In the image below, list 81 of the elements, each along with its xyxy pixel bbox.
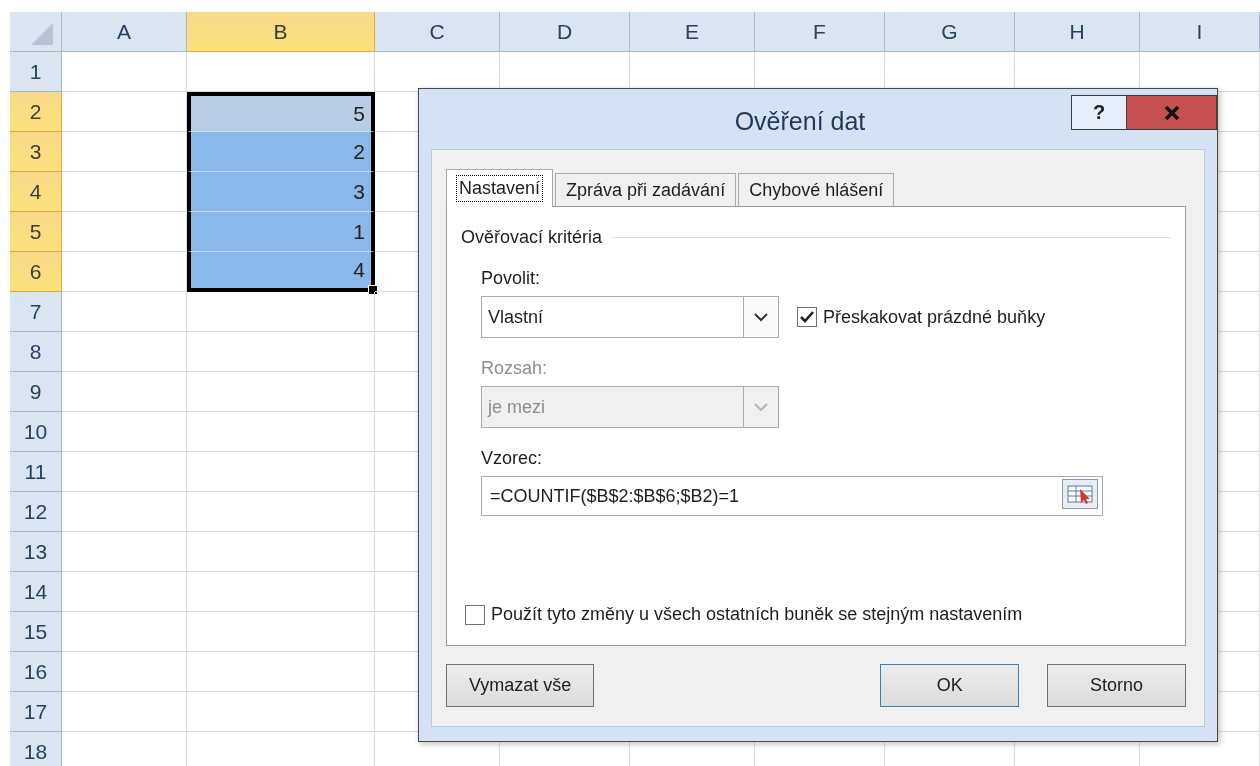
selected-cell: 2 <box>187 132 375 172</box>
column-header[interactable]: A <box>62 12 187 52</box>
field-label: Povolit: <box>481 268 542 290</box>
checkbox-label[interactable]: Přeskakovat prázdné buňky <box>823 306 1046 328</box>
column-header[interactable]: D <box>500 12 630 52</box>
selected-cell: 3 <box>187 172 375 212</box>
dialog-button[interactable]: OK <box>880 664 1020 707</box>
column-header[interactable]: G <box>885 12 1015 52</box>
field-label: Vzorec: <box>481 448 544 470</box>
close-icon <box>1163 105 1180 120</box>
table-cell[interactable] <box>62 412 187 452</box>
group-label: Ověřovací kritéria <box>461 227 603 248</box>
dropdown[interactable]: Vlastní <box>481 296 779 338</box>
table-cell[interactable] <box>62 452 187 492</box>
range-picker-icon[interactable] <box>1062 478 1098 509</box>
table-cell[interactable] <box>62 532 187 572</box>
checkbox-label[interactable]: Použít tyto změny u všech ostatních buněk se stejným nastavením <box>491 604 1023 625</box>
field-label: Rozsah: <box>481 358 549 380</box>
table-cell[interactable] <box>187 452 375 492</box>
row-header[interactable]: 2 <box>10 92 62 132</box>
row-header[interactable]: 6 <box>10 252 62 292</box>
table-cell[interactable] <box>62 492 187 532</box>
row-header[interactable]: 5 <box>10 212 62 252</box>
table-cell[interactable] <box>62 612 187 652</box>
table-cell[interactable] <box>62 372 187 412</box>
column-header[interactable]: C <box>375 12 500 52</box>
table-cell[interactable] <box>187 412 375 452</box>
table-cell[interactable] <box>187 692 375 732</box>
table-cell[interactable] <box>62 52 187 92</box>
column-header[interactable]: E <box>630 12 755 52</box>
table-cell[interactable] <box>187 492 375 532</box>
table-cell[interactable] <box>187 532 375 572</box>
selected-cell: 1 <box>187 212 375 252</box>
table-cell[interactable] <box>187 372 375 412</box>
row-header[interactable]: 7 <box>10 292 62 332</box>
row-header[interactable]: 18 <box>10 732 62 766</box>
checkmark-icon <box>800 311 814 323</box>
chevron-down-icon <box>754 312 768 322</box>
selected-cell: 4 <box>187 252 375 292</box>
row-header[interactable]: 16 <box>10 652 62 692</box>
tab[interactable]: Chybové hlášení <box>738 173 895 206</box>
tab[interactable]: Zpráva při zadávání <box>555 173 737 206</box>
row-header[interactable]: 14 <box>10 572 62 612</box>
table-cell[interactable] <box>62 292 187 332</box>
column-header[interactable]: B <box>187 12 375 52</box>
select-all-icon[interactable] <box>31 23 53 45</box>
row-header[interactable]: 10 <box>10 412 62 452</box>
fill-handle[interactable] <box>368 285 378 295</box>
help-button[interactable]: ? <box>1071 95 1127 130</box>
row-header[interactable]: 12 <box>10 492 62 532</box>
table-cell[interactable] <box>62 692 187 732</box>
row-header[interactable]: 1 <box>10 52 62 92</box>
table-cell[interactable] <box>187 572 375 612</box>
row-header[interactable]: 15 <box>10 612 62 652</box>
table-cell[interactable] <box>62 332 187 372</box>
row-header[interactable]: 4 <box>10 172 62 212</box>
table-cell[interactable] <box>187 292 375 332</box>
row-header[interactable]: 11 <box>10 452 62 492</box>
table-cell[interactable] <box>187 612 375 652</box>
row-header[interactable]: 17 <box>10 692 62 732</box>
column-header[interactable]: H <box>1015 12 1140 52</box>
table-cell[interactable] <box>187 652 375 692</box>
table-cell[interactable] <box>187 332 375 372</box>
tab[interactable]: Nastavení <box>446 169 554 207</box>
table-cell[interactable] <box>62 652 187 692</box>
formula-field[interactable]: =COUNTIF($B$2:$B$6;$B2)=1 <box>481 476 1103 516</box>
close-button[interactable] <box>1127 95 1217 130</box>
selected-cell: 5 <box>187 92 375 132</box>
row-header[interactable]: 8 <box>10 332 62 372</box>
dialog-button[interactable]: Storno <box>1047 664 1186 707</box>
dialog-button[interactable]: Vymazat vše <box>446 664 595 707</box>
row-header[interactable]: 13 <box>10 532 62 572</box>
checkbox[interactable] <box>797 307 817 327</box>
column-header[interactable]: F <box>755 12 885 52</box>
row-header[interactable]: 9 <box>10 372 62 412</box>
table-cell[interactable] <box>62 572 187 612</box>
column-header[interactable]: I <box>1140 12 1260 52</box>
row-header[interactable]: 3 <box>10 132 62 172</box>
chevron-down-icon <box>754 402 768 412</box>
checkbox[interactable] <box>465 604 485 625</box>
window-title: Ověření dat <box>733 107 867 136</box>
